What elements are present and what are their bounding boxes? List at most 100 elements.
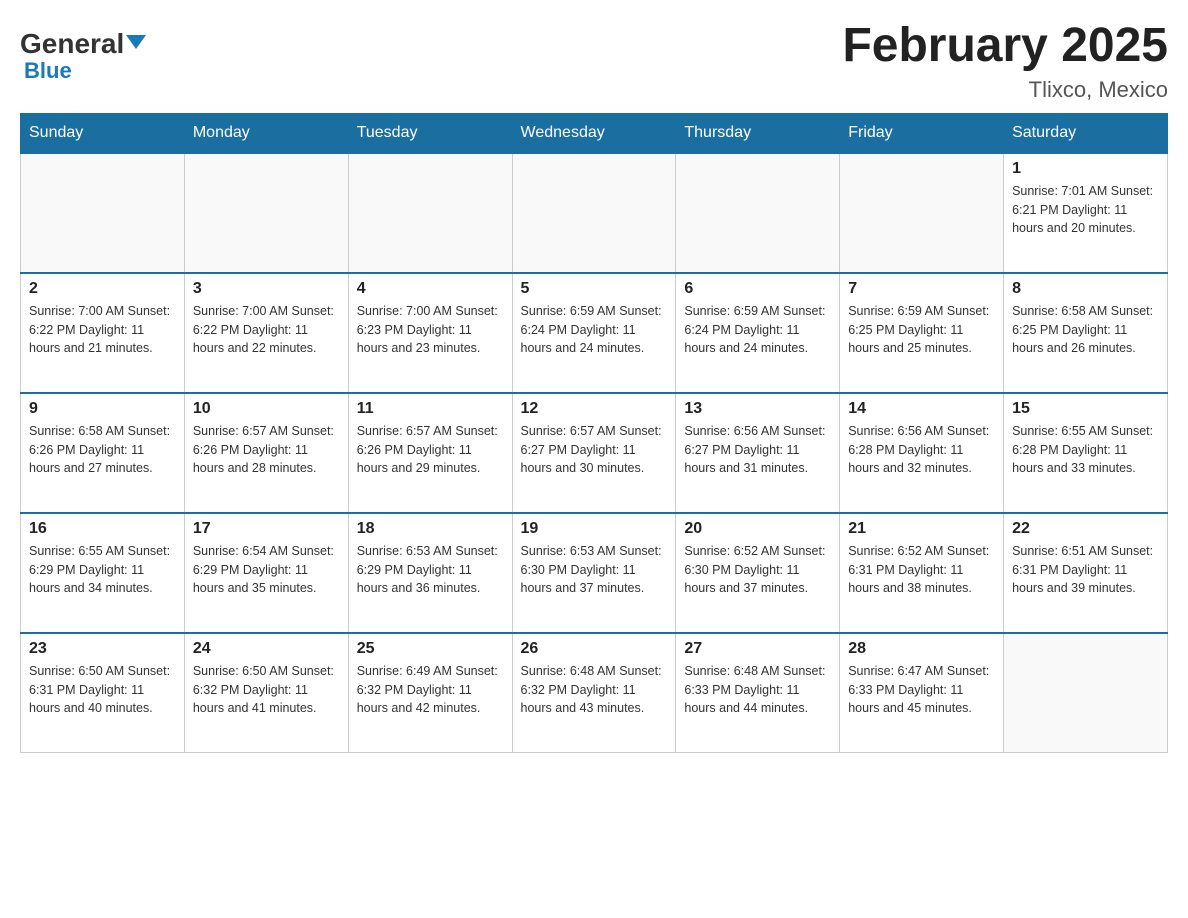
title-area: February 2025 Tlixco, Mexico <box>842 20 1168 103</box>
day-info: Sunrise: 6:54 AM Sunset: 6:29 PM Dayligh… <box>193 542 340 598</box>
day-cell: 5 Sunrise: 6:59 AM Sunset: 6:24 PM Daylig… <box>512 273 676 393</box>
day-number: 22 <box>1012 520 1159 538</box>
page-header: General Blue February 2025 Tlixco, Mexic… <box>20 20 1168 103</box>
col-header-tuesday: Tuesday <box>348 113 512 153</box>
day-cell: 27 Sunrise: 6:48 AM Sunset: 6:33 PM Dayli… <box>676 633 840 753</box>
day-cell: 19 Sunrise: 6:53 AM Sunset: 6:30 PM Dayli… <box>512 513 676 633</box>
week-row-3: 9 Sunrise: 6:58 AM Sunset: 6:26 PM Daylig… <box>21 393 1168 513</box>
day-cell: 16 Sunrise: 6:55 AM Sunset: 6:29 PM Dayli… <box>21 513 185 633</box>
day-number: 26 <box>521 640 668 658</box>
day-number: 5 <box>521 280 668 298</box>
day-number: 25 <box>357 640 504 658</box>
day-number: 21 <box>848 520 995 538</box>
day-cell: 13 Sunrise: 6:56 AM Sunset: 6:27 PM Dayli… <box>676 393 840 513</box>
day-info: Sunrise: 6:53 AM Sunset: 6:30 PM Dayligh… <box>521 542 668 598</box>
day-info: Sunrise: 6:49 AM Sunset: 6:32 PM Dayligh… <box>357 662 504 718</box>
day-number: 19 <box>521 520 668 538</box>
day-info: Sunrise: 6:50 AM Sunset: 6:31 PM Dayligh… <box>29 662 176 718</box>
day-cell: 28Sunrise: 6:47 AM Sunset: 6:33 PM Dayli… <box>840 633 1004 753</box>
day-info: Sunrise: 6:50 AM Sunset: 6:32 PM Dayligh… <box>193 662 340 718</box>
day-cell: 1 Sunrise: 7:01 AM Sunset: 6:21 PM Daylig… <box>1004 153 1168 273</box>
week-row-5: 23 Sunrise: 6:50 AM Sunset: 6:31 PM Dayli… <box>21 633 1168 753</box>
day-cell: 26 Sunrise: 6:48 AM Sunset: 6:32 PM Dayli… <box>512 633 676 753</box>
logo: General Blue <box>20 20 146 84</box>
logo-triangle-icon <box>126 35 146 49</box>
week-row-2: 2 Sunrise: 7:00 AM Sunset: 6:22 PM Daylig… <box>21 273 1168 393</box>
col-header-thursday: Thursday <box>676 113 840 153</box>
day-cell: 2 Sunrise: 7:00 AM Sunset: 6:22 PM Daylig… <box>21 273 185 393</box>
day-number: 14 <box>848 400 995 418</box>
day-cell: 4 Sunrise: 7:00 AM Sunset: 6:23 PM Daylig… <box>348 273 512 393</box>
col-header-saturday: Saturday <box>1004 113 1168 153</box>
day-number: 2 <box>29 280 176 298</box>
week-row-4: 16 Sunrise: 6:55 AM Sunset: 6:29 PM Dayli… <box>21 513 1168 633</box>
day-number: 15 <box>1012 400 1159 418</box>
day-cell: 25 Sunrise: 6:49 AM Sunset: 6:32 PM Dayli… <box>348 633 512 753</box>
logo-blue-text: Blue <box>24 58 72 84</box>
month-title: February 2025 <box>842 20 1168 73</box>
day-info: Sunrise: 7:00 AM Sunset: 6:22 PM Dayligh… <box>193 302 340 358</box>
day-info: Sunrise: 6:56 AM Sunset: 6:28 PM Dayligh… <box>848 422 995 478</box>
day-cell: 24 Sunrise: 6:50 AM Sunset: 6:32 PM Dayli… <box>184 633 348 753</box>
days-header-row: SundayMondayTuesdayWednesdayThursdayFrid… <box>21 113 1168 153</box>
day-info: Sunrise: 6:57 AM Sunset: 6:26 PM Dayligh… <box>357 422 504 478</box>
day-number: 4 <box>357 280 504 298</box>
day-number: 10 <box>193 400 340 418</box>
day-cell <box>21 153 185 273</box>
location: Tlixco, Mexico <box>842 77 1168 103</box>
day-number: 16 <box>29 520 176 538</box>
day-info: Sunrise: 6:51 AM Sunset: 6:31 PM Dayligh… <box>1012 542 1159 598</box>
day-cell: 15 Sunrise: 6:55 AM Sunset: 6:28 PM Dayli… <box>1004 393 1168 513</box>
day-cell <box>676 153 840 273</box>
day-info: Sunrise: 6:52 AM Sunset: 6:31 PM Dayligh… <box>848 542 995 598</box>
day-info: Sunrise: 6:55 AM Sunset: 6:28 PM Dayligh… <box>1012 422 1159 478</box>
day-info: Sunrise: 6:59 AM Sunset: 6:25 PM Dayligh… <box>848 302 995 358</box>
day-number: 6 <box>684 280 831 298</box>
day-cell <box>512 153 676 273</box>
col-header-monday: Monday <box>184 113 348 153</box>
day-info: Sunrise: 6:52 AM Sunset: 6:30 PM Dayligh… <box>684 542 831 598</box>
day-info: Sunrise: 6:57 AM Sunset: 6:27 PM Dayligh… <box>521 422 668 478</box>
day-cell: 12Sunrise: 6:57 AM Sunset: 6:27 PM Dayli… <box>512 393 676 513</box>
day-info: Sunrise: 7:01 AM Sunset: 6:21 PM Dayligh… <box>1012 182 1159 238</box>
day-number: 7 <box>848 280 995 298</box>
day-cell: 7 Sunrise: 6:59 AM Sunset: 6:25 PM Daylig… <box>840 273 1004 393</box>
day-cell: 11Sunrise: 6:57 AM Sunset: 6:26 PM Dayli… <box>348 393 512 513</box>
col-header-friday: Friday <box>840 113 1004 153</box>
day-number: 24 <box>193 640 340 658</box>
day-cell: 6 Sunrise: 6:59 AM Sunset: 6:24 PM Daylig… <box>676 273 840 393</box>
day-number: 13 <box>684 400 831 418</box>
day-cell <box>1004 633 1168 753</box>
day-info: Sunrise: 6:53 AM Sunset: 6:29 PM Dayligh… <box>357 542 504 598</box>
col-header-wednesday: Wednesday <box>512 113 676 153</box>
day-number: 23 <box>29 640 176 658</box>
day-cell: 20 Sunrise: 6:52 AM Sunset: 6:30 PM Dayli… <box>676 513 840 633</box>
day-cell: 14 Sunrise: 6:56 AM Sunset: 6:28 PM Dayli… <box>840 393 1004 513</box>
day-info: Sunrise: 6:55 AM Sunset: 6:29 PM Dayligh… <box>29 542 176 598</box>
day-cell: 17Sunrise: 6:54 AM Sunset: 6:29 PM Dayli… <box>184 513 348 633</box>
day-info: Sunrise: 6:59 AM Sunset: 6:24 PM Dayligh… <box>684 302 831 358</box>
day-cell: 22 Sunrise: 6:51 AM Sunset: 6:31 PM Dayli… <box>1004 513 1168 633</box>
day-info: Sunrise: 6:56 AM Sunset: 6:27 PM Dayligh… <box>684 422 831 478</box>
day-info: Sunrise: 6:59 AM Sunset: 6:24 PM Dayligh… <box>521 302 668 358</box>
day-info: Sunrise: 6:48 AM Sunset: 6:33 PM Dayligh… <box>684 662 831 718</box>
day-info: Sunrise: 6:58 AM Sunset: 6:26 PM Dayligh… <box>29 422 176 478</box>
day-number: 1 <box>1012 160 1159 178</box>
day-cell: 18 Sunrise: 6:53 AM Sunset: 6:29 PM Dayli… <box>348 513 512 633</box>
day-number: 18 <box>357 520 504 538</box>
day-info: Sunrise: 6:48 AM Sunset: 6:32 PM Dayligh… <box>521 662 668 718</box>
day-cell: 3 Sunrise: 7:00 AM Sunset: 6:22 PM Daylig… <box>184 273 348 393</box>
day-info: Sunrise: 7:00 AM Sunset: 6:22 PM Dayligh… <box>29 302 176 358</box>
day-cell: 23 Sunrise: 6:50 AM Sunset: 6:31 PM Dayli… <box>21 633 185 753</box>
day-info: Sunrise: 7:00 AM Sunset: 6:23 PM Dayligh… <box>357 302 504 358</box>
day-number: 28 <box>848 640 995 658</box>
day-info: Sunrise: 6:58 AM Sunset: 6:25 PM Dayligh… <box>1012 302 1159 358</box>
day-number: 8 <box>1012 280 1159 298</box>
day-cell <box>348 153 512 273</box>
day-cell: 10Sunrise: 6:57 AM Sunset: 6:26 PM Dayli… <box>184 393 348 513</box>
day-number: 20 <box>684 520 831 538</box>
day-number: 27 <box>684 640 831 658</box>
calendar-table: SundayMondayTuesdayWednesdayThursdayFrid… <box>20 113 1168 754</box>
day-number: 9 <box>29 400 176 418</box>
day-number: 3 <box>193 280 340 298</box>
